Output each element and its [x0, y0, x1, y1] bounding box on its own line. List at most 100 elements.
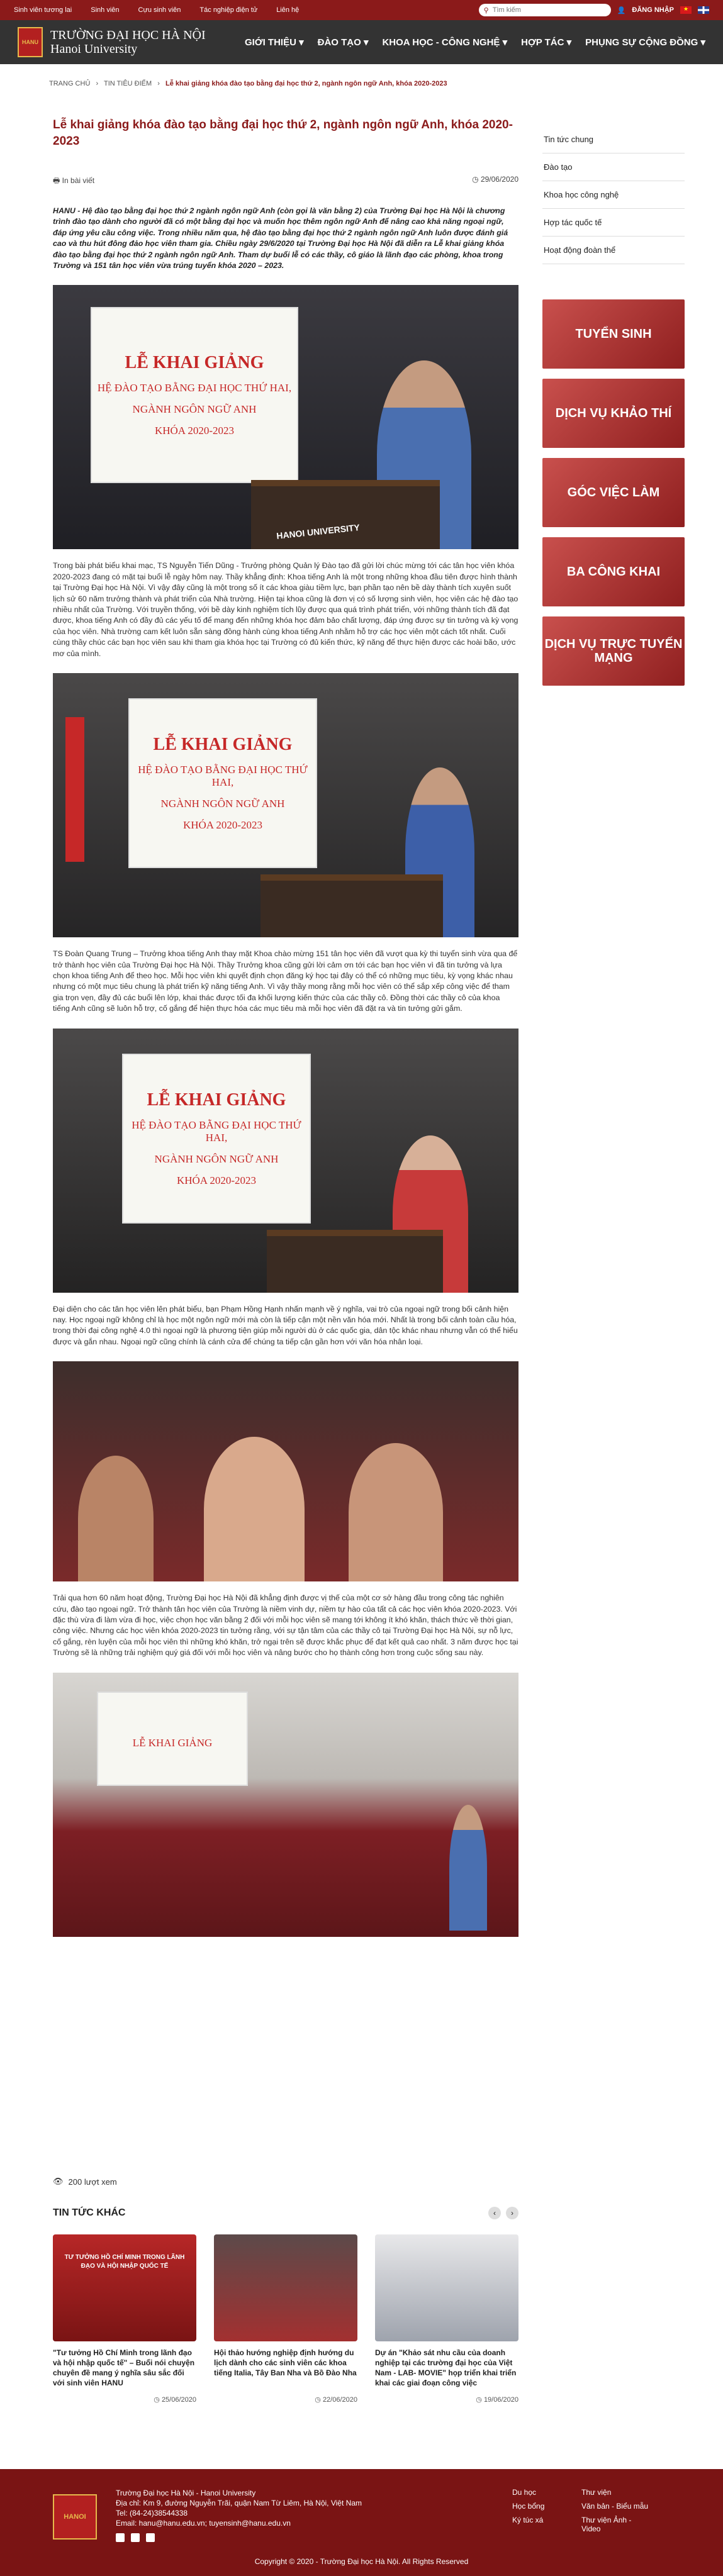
article-paragraph-3: Đại diện cho các tân học viên lên phát b…: [53, 1304, 518, 1346]
topbar-link[interactable]: Cựu sinh viên: [138, 6, 181, 14]
article-photo-4: [53, 1361, 518, 1582]
eye-icon: 👁: [53, 2177, 64, 2186]
screen-line-2: HỆ ĐÀO TẠO BẰNG ĐẠI HỌC THỨ HAI,: [138, 764, 308, 789]
logo-name-vi: TRƯỜNG ĐẠI HỌC HÀ NỘI: [50, 28, 206, 42]
article-photo-1: LỄ KHAI GIẢNG HỆ ĐÀO TẠO BẰNG ĐẠI HỌC TH…: [53, 285, 518, 550]
article-paragraph-1: Trong bài phát biểu khai mạc, TS Nguyễn …: [53, 561, 518, 658]
print-label: In bài viết: [62, 176, 95, 185]
footer-logo-mark: HANOI: [64, 2513, 86, 2521]
printer-icon: 🖶: [53, 176, 62, 185]
sidebar-item-doan-the[interactable]: Hoạt động đoàn thể: [542, 237, 685, 264]
screen-line-2: HỆ ĐÀO TẠO BẰNG ĐẠI HỌC THỨ HAI,: [97, 382, 292, 394]
related-heading: TIN TỨC KHÁC: [53, 2207, 126, 2218]
facebook-icon[interactable]: [131, 2533, 140, 2542]
youtube-icon[interactable]: [146, 2533, 155, 2542]
screen-line-1: LỄ KHAI GIẢNG: [132, 1736, 213, 1749]
sidebar-item-khoa-hoc[interactable]: Khoa học công nghệ: [542, 181, 685, 209]
banner-khao-thi[interactable]: DỊCH VỤ KHẢO THÍ: [542, 379, 685, 448]
clock-icon: ◷: [476, 2396, 484, 2404]
screen-line-3: NGÀNH NGÔN NGỮ ANH: [132, 403, 257, 416]
nav-item-hop-tac[interactable]: HỢP TÁC ▾: [521, 36, 571, 48]
audience-figure: [349, 1443, 443, 1582]
projection-screen: LỄ KHAI GIẢNG: [97, 1691, 248, 1786]
audience-figure: [204, 1437, 305, 1582]
related-card-title[interactable]: Hội thảo hướng nghiệp định hướng du lịch…: [214, 2348, 357, 2388]
breadcrumb-sep: ›: [96, 80, 99, 87]
article-photo-3: LỄ KHAI GIẢNG HỆ ĐÀO TẠO BẰNG ĐẠI HỌC TH…: [53, 1028, 518, 1293]
sidebar-item-hop-tac[interactable]: Hợp tác quốc tế: [542, 209, 685, 237]
breadcrumb: TRANG CHỦ › TIN TIÊU ĐIỂM › Lễ khai giản…: [49, 80, 451, 87]
related-card-date-value: 22/06/2020: [322, 2396, 357, 2404]
podium: [261, 874, 443, 938]
screen-line-3: NGÀNH NGÔN NGỮ ANH: [154, 1152, 279, 1165]
view-count-label: 200 lượt xem: [68, 2177, 117, 2187]
topbar-link[interactable]: Sinh viên: [91, 6, 119, 14]
print-link[interactable]: 🖶 In bài viết: [53, 175, 94, 188]
flag-decoration: [65, 717, 84, 862]
english-flag-icon[interactable]: [698, 6, 709, 14]
article-paragraph-4: Trải qua hơn 60 năm hoạt động, Trường Đạ…: [53, 1593, 518, 1658]
related-card-date: ◷ 19/06/2020: [375, 2395, 518, 2404]
footer-link[interactable]: Ký túc xá: [512, 2516, 581, 2533]
prev-arrow-icon[interactable]: ‹: [488, 2207, 501, 2219]
related-card-image: TƯ TƯỞNG HỒ CHÍ MINH TRONG LÃNH ĐẠO VÀ H…: [53, 2234, 196, 2341]
banner-dich-vu-truc-tuyen[interactable]: DỊCH VỤ TRỰC TUYẾN MẠNG: [542, 616, 685, 686]
related-card[interactable]: Dự án "Khảo sát nhu cầu của doanh nghiệp…: [375, 2234, 518, 2404]
nav-item-khoa-hoc[interactable]: KHOA HỌC - CÔNG NGHỆ ▾: [382, 36, 507, 48]
screen-line-4: KHÓA 2020-2023: [154, 425, 235, 437]
search-icon[interactable]: ⚲: [484, 6, 489, 14]
topbar-link[interactable]: Liên hệ: [276, 6, 299, 14]
breadcrumb-category[interactable]: TIN TIÊU ĐIỂM: [104, 80, 152, 87]
breadcrumb-home[interactable]: TRANG CHỦ: [49, 80, 90, 87]
related-card-date: ◷ 25/06/2020: [53, 2395, 196, 2404]
footer-link[interactable]: Thư viện Ảnh - Video: [581, 2516, 651, 2533]
view-count: 👁 200 lượt xem: [53, 2177, 117, 2187]
footer-link[interactable]: Học bổng: [512, 2502, 581, 2511]
projection-screen: LỄ KHAI GIẢNG HỆ ĐÀO TẠO BẰNG ĐẠI HỌC TH…: [91, 307, 298, 484]
projection-screen: LỄ KHAI GIẢNG HỆ ĐÀO TẠO BẰNG ĐẠI HỌC TH…: [128, 698, 317, 869]
search-input[interactable]: [492, 6, 600, 14]
vietnamese-flag-icon[interactable]: [680, 6, 692, 14]
related-card[interactable]: Hội thảo hướng nghiệp định hướng du lịch…: [214, 2234, 357, 2404]
footer-link[interactable]: Du học: [512, 2488, 581, 2497]
related-card-image: [375, 2234, 518, 2341]
copyright: Copyright © 2020 - Trường Đại học Hà Nội…: [254, 2557, 469, 2566]
related-card-title[interactable]: "Tư tưởng Hồ Chí Minh trong lãnh đạo và …: [53, 2348, 196, 2388]
site-logo[interactable]: HANU TRƯỜNG ĐẠI HỌC HÀ NỘI Hanoi Universi…: [18, 27, 206, 57]
top-bar: Sinh viên tương lai Sinh viên Cựu sinh v…: [0, 0, 723, 20]
footer-logo-icon: HANOI: [53, 2494, 97, 2540]
podium-text: HANOI UNIVERSITY: [276, 522, 361, 542]
article-title: Lễ khai giảng khóa đào tạo bằng đại học …: [53, 118, 513, 148]
article-photo-2: LỄ KHAI GIẢNG HỆ ĐÀO TẠO BẰNG ĐẠI HỌC TH…: [53, 673, 518, 938]
clock-icon: ◷: [472, 175, 481, 184]
user-icon: 👤: [617, 6, 626, 14]
next-arrow-icon[interactable]: ›: [506, 2207, 518, 2219]
login-link[interactable]: ĐĂNG NHẬP: [632, 6, 674, 14]
related-card-title[interactable]: Dự án "Khảo sát nhu cầu của doanh nghiệp…: [375, 2348, 518, 2388]
nav-item-gioi-thieu[interactable]: GIỚI THIỆU ▾: [245, 36, 304, 48]
footer-tel: Tel: (84-24)38544338: [116, 2509, 188, 2517]
banner-ba-cong-khai[interactable]: BA CÔNG KHAI: [542, 537, 685, 606]
related-card[interactable]: TƯ TƯỞNG HỒ CHÍ MINH TRONG LÃNH ĐẠO VÀ H…: [53, 2234, 196, 2404]
sidebar-item-dao-tao[interactable]: Đào tạo: [542, 153, 685, 181]
footer-link[interactable]: Văn bản - Biểu mẫu: [581, 2502, 651, 2511]
footer-link[interactable]: Thư viện: [581, 2488, 651, 2497]
sidebar-item-tin-tuc-chung[interactable]: Tin tức chung: [542, 126, 685, 153]
email-icon[interactable]: [116, 2533, 125, 2542]
main-nav: GIỚI THIỆU ▾ ĐÀO TẠO ▾ KHOA HỌC - CÔNG N…: [245, 36, 705, 48]
screen-line-4: KHÓA 2020-2023: [176, 1174, 257, 1186]
screen-line-1: LỄ KHAI GIẢNG: [147, 1090, 286, 1110]
topbar-link[interactable]: Sinh viên tương lai: [14, 6, 72, 14]
site-header: HANU TRƯỜNG ĐẠI HỌC HÀ NỘI Hanoi Universi…: [0, 20, 723, 64]
screen-line-1: LỄ KHAI GIẢNG: [153, 735, 293, 755]
banner-tuyen-sinh[interactable]: TUYỂN SINH: [542, 299, 685, 369]
related-card-date-value: 19/06/2020: [483, 2396, 518, 2404]
nav-item-dao-tao[interactable]: ĐÀO TẠO ▾: [318, 36, 369, 48]
logo-mark: HANU: [22, 39, 38, 45]
breadcrumb-current: Lễ khai giảng khóa đào tạo bằng đại học …: [165, 80, 447, 87]
banner-viec-lam[interactable]: GÓC VIỆC LÀM: [542, 458, 685, 527]
screen-line-2: HỆ ĐÀO TẠO BẰNG ĐẠI HỌC THỨ HAI,: [132, 1118, 301, 1144]
nav-item-phung-su[interactable]: PHỤNG SỰ CỘNG ĐỒNG ▾: [585, 36, 705, 48]
topbar-link[interactable]: Tác nghiệp điện tử: [199, 6, 257, 14]
projection-screen: LỄ KHAI GIẢNG HỆ ĐÀO TẠO BẰNG ĐẠI HỌC TH…: [122, 1053, 311, 1224]
